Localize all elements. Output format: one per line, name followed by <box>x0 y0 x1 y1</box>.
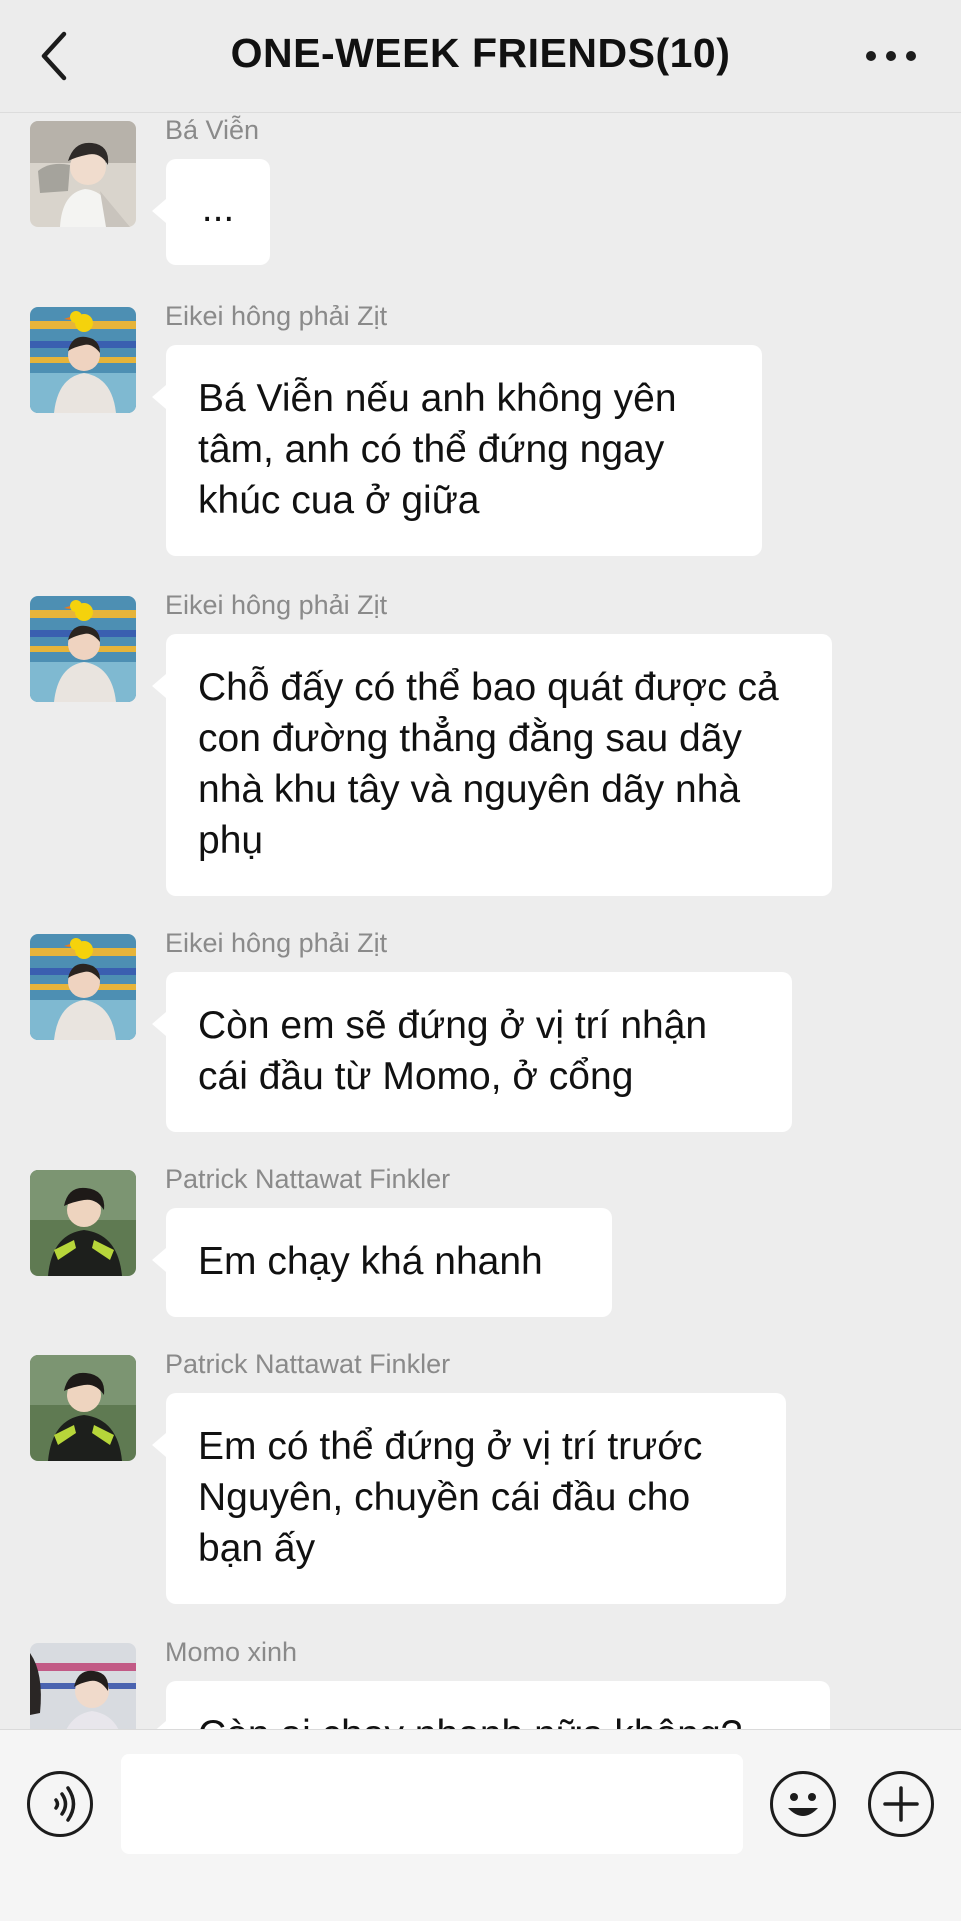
emoji-button[interactable] <box>770 1771 836 1837</box>
sender-name: Eikei hông phải Zịt <box>165 590 388 620</box>
chevron-left-icon <box>41 31 67 81</box>
chat-header: ONE-WEEK FRIENDS(10) <box>0 0 961 113</box>
avatar[interactable] <box>30 1170 136 1276</box>
sender-name: Patrick Nattawat Finkler <box>165 1164 451 1194</box>
avatar[interactable] <box>30 1355 136 1461</box>
message-bubble[interactable]: Còn ai chạy nhanh nữa không? <box>152 1681 830 1729</box>
plus-icon <box>883 1786 919 1822</box>
avatar[interactable] <box>30 307 136 413</box>
chat-title: ONE-WEEK FRIENDS(10) <box>230 30 731 76</box>
input-bar <box>0 1729 961 1921</box>
message-bubble[interactable]: Bá Viễn nếu anh không yên tâm, anh có th… <box>152 345 762 556</box>
avatar[interactable] <box>30 1643 136 1729</box>
more-dots-icon <box>866 51 916 61</box>
sender-name: Bá Viễn <box>165 115 260 145</box>
message-bubble[interactable]: Còn em sẽ đứng ở vị trí nhận cái đầu từ … <box>152 972 792 1132</box>
message-bubble[interactable]: ... <box>152 159 270 265</box>
avatar[interactable] <box>30 121 136 227</box>
sender-name: Eikei hông phải Zịt <box>165 301 388 331</box>
sender-name: Eikei hông phải Zịt <box>165 928 388 958</box>
message-bubble[interactable]: Em có thể đứng ở vị trí trước Nguyên, ch… <box>152 1393 786 1604</box>
avatar[interactable] <box>30 596 136 702</box>
back-button[interactable] <box>30 26 80 86</box>
message-list[interactable]: Bá Viễn ... Eikei hông phải Zịt Bá Viễn … <box>0 113 961 1729</box>
voice-button[interactable] <box>27 1771 93 1837</box>
more-button[interactable] <box>861 38 921 74</box>
message-bubble[interactable]: Chỗ đấy có thể bao quát được cả con đườn… <box>152 634 832 896</box>
sender-name: Momo xinh <box>165 1637 298 1667</box>
avatar[interactable] <box>30 934 136 1040</box>
voice-icon <box>54 1786 76 1822</box>
message-bubble[interactable]: Em chạy khá nhanh <box>152 1208 612 1317</box>
sender-name: Patrick Nattawat Finkler <box>165 1349 451 1379</box>
plus-button[interactable] <box>868 1771 934 1837</box>
message-input[interactable] <box>121 1754 743 1854</box>
emoji-icon <box>788 1793 818 1816</box>
